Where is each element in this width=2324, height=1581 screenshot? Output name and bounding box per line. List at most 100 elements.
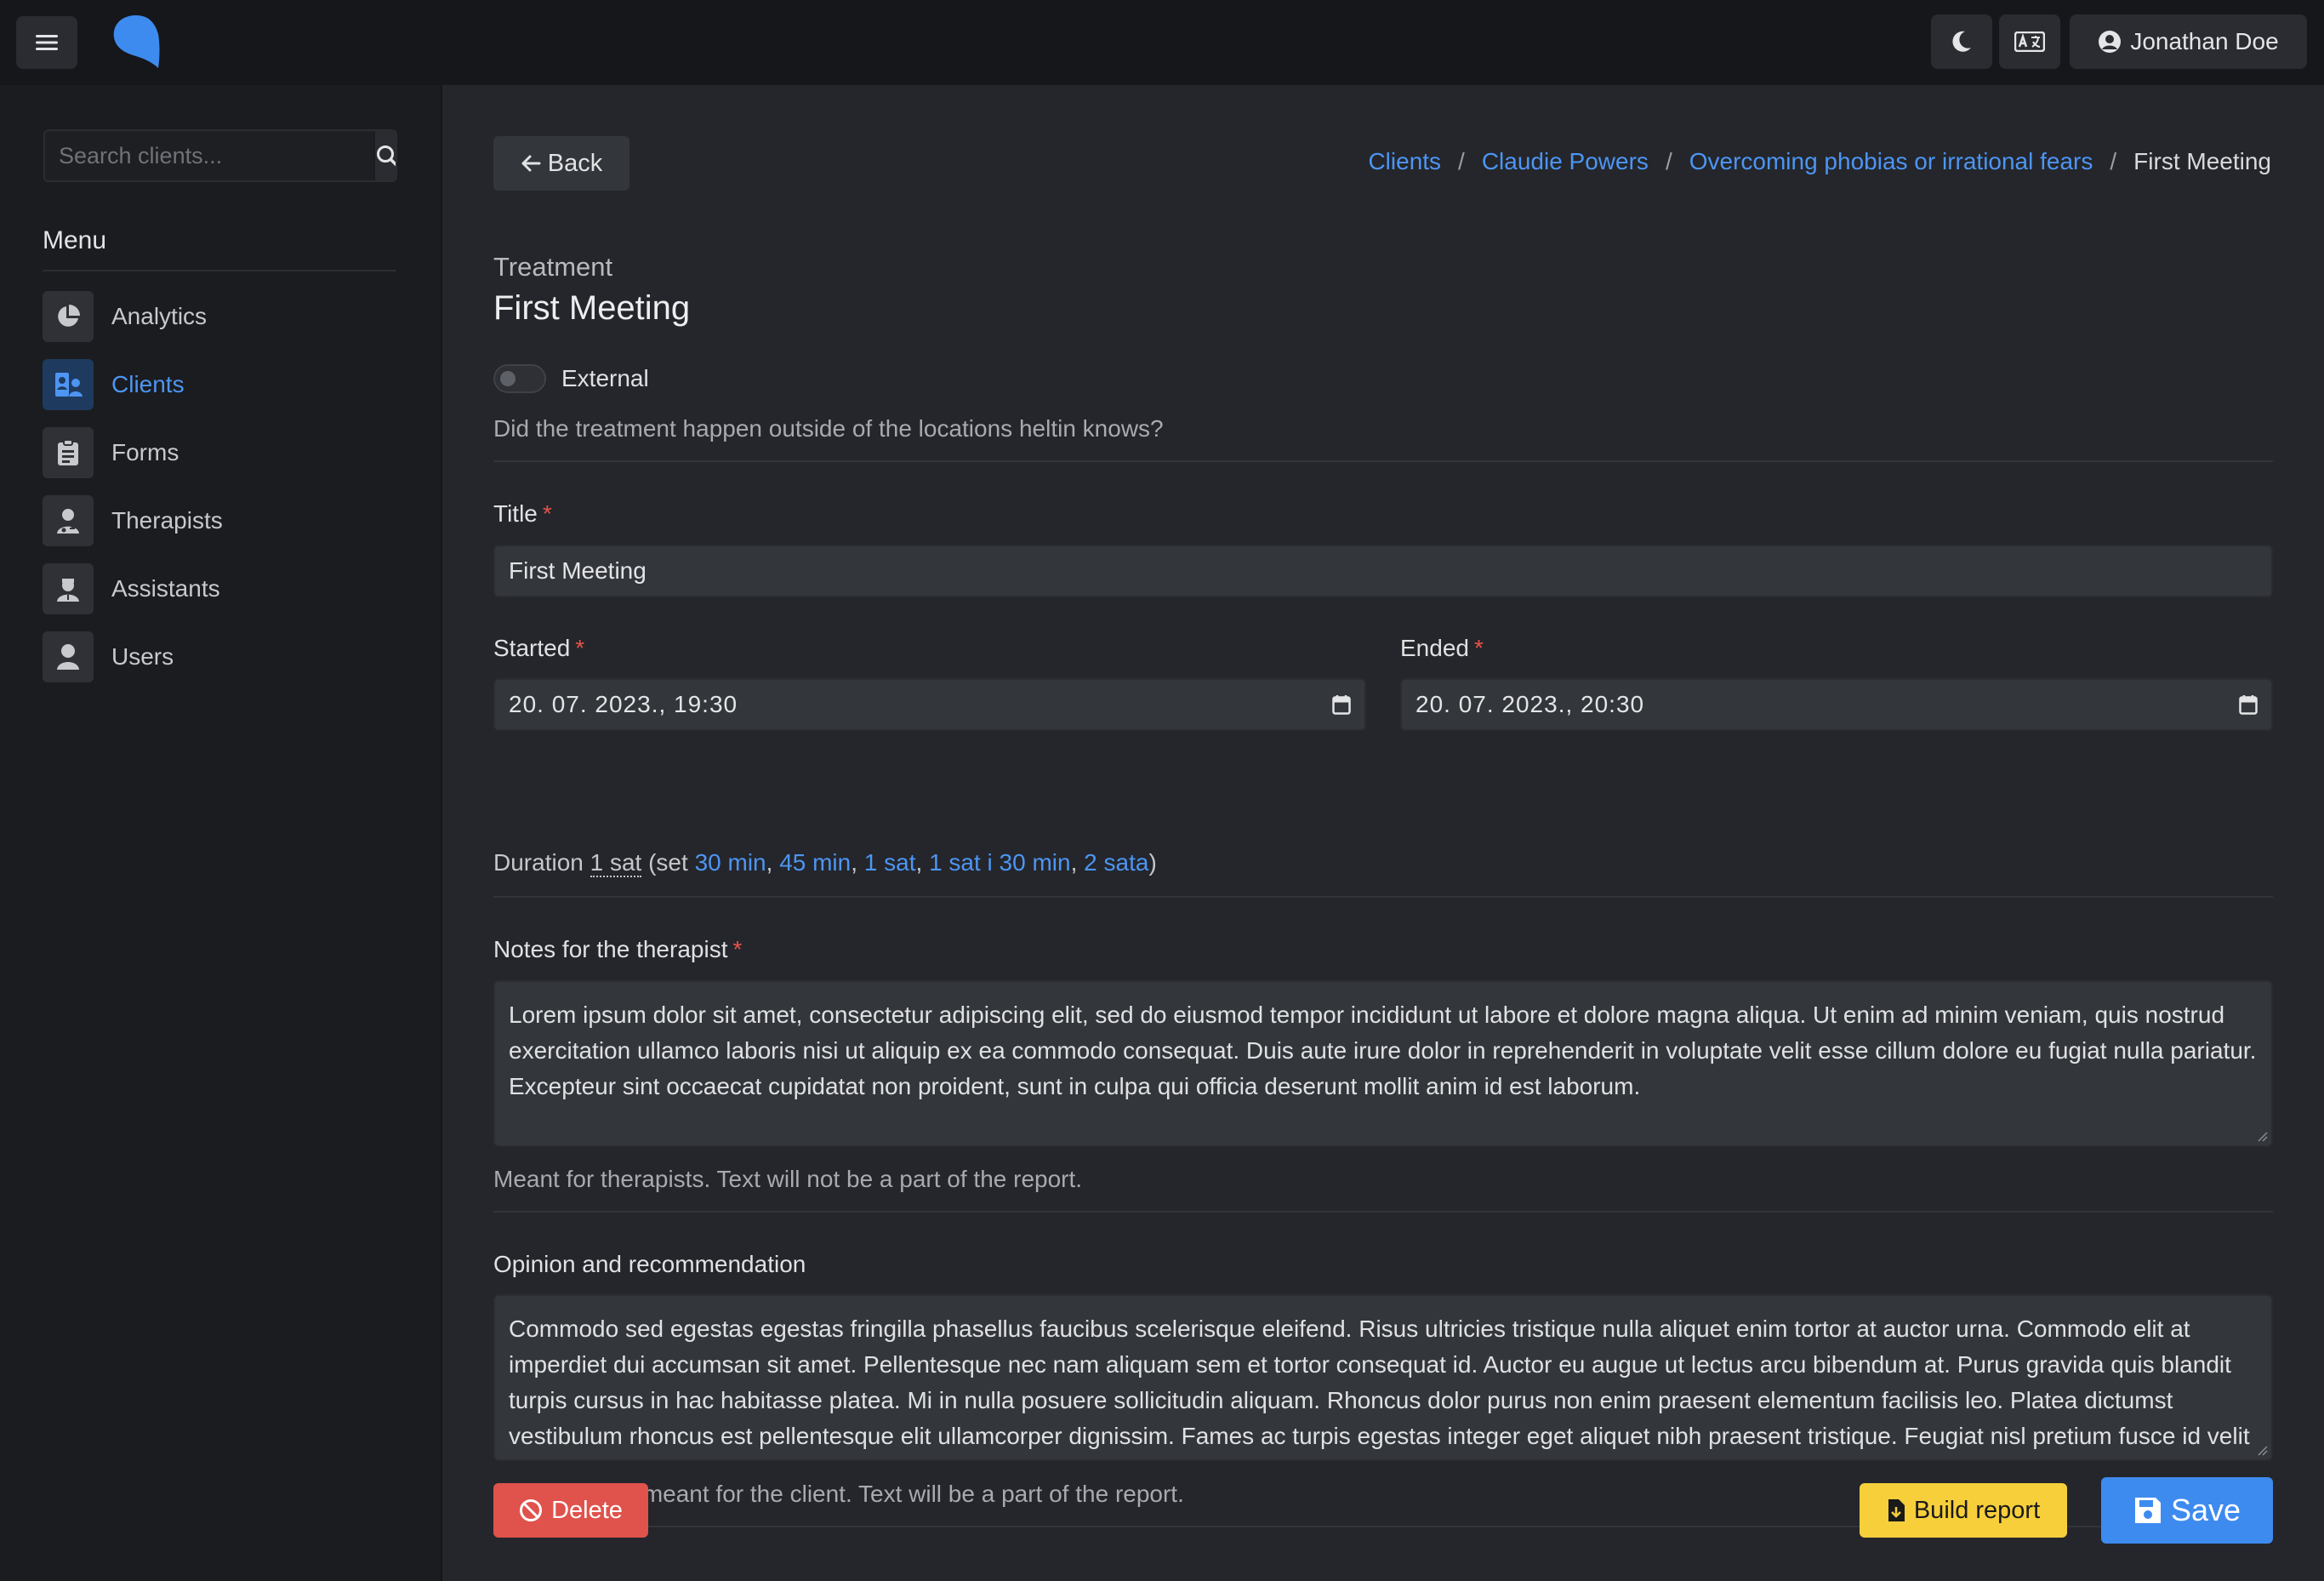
breadcrumb-treatment-plan[interactable]: Overcoming phobias or irrational fears: [1689, 148, 2093, 175]
sidebar-item-therapists[interactable]: Therapists: [43, 495, 400, 546]
external-help: Did the treatment happen outside of the …: [493, 415, 1164, 442]
title-input[interactable]: First Meeting: [493, 545, 2273, 597]
opinion-textarea[interactable]: Commodo sed egestas egestas fringilla ph…: [493, 1294, 2273, 1461]
breadcrumb-separator: /: [1458, 148, 1465, 174]
breadcrumb-separator: /: [2110, 148, 2117, 174]
sidebar-item-assistants[interactable]: Assistants: [43, 563, 400, 614]
menu-toggle-button[interactable]: [16, 16, 77, 69]
app-logo[interactable]: [111, 14, 162, 70]
sidebar-item-label: Forms: [111, 439, 179, 465]
started-label: Started *: [493, 635, 585, 661]
opinion-value: Commodo sed egestas egestas fringilla ph…: [509, 1316, 2250, 1459]
ban-icon: [520, 1499, 543, 1521]
external-label: External: [561, 365, 649, 391]
required-mark: *: [732, 936, 743, 962]
breadcrumb-client[interactable]: Claudie Powers: [1482, 148, 1649, 175]
notes-value: Lorem ipsum dolor sit amet, consectetur …: [509, 1002, 2257, 1099]
client-search: [43, 129, 397, 182]
breadcrumb-separator: /: [1665, 148, 1672, 174]
ended-value: 20. 07. 2023., 20:30: [1415, 691, 1645, 717]
divider: [493, 460, 2273, 462]
clipboard-icon: [43, 427, 94, 478]
hamburger-icon: [36, 35, 58, 50]
main-content: Back Clients / Claudie Powers / Overcomi…: [442, 85, 2324, 1581]
user-name: Jonathan Doe: [2130, 28, 2279, 54]
sidebar: Menu Analytics Clients: [0, 85, 442, 1581]
assistant-icon: [43, 563, 94, 614]
sidebar-item-users[interactable]: Users: [43, 631, 400, 682]
divider: [493, 1211, 2273, 1213]
delete-label: Delete: [551, 1496, 623, 1524]
build-report-button[interactable]: Build report: [1860, 1483, 2067, 1538]
chart-pie-icon: [43, 291, 94, 342]
required-mark: *: [542, 500, 552, 527]
duration-label: Duration: [493, 849, 584, 876]
arrow-left-icon: [521, 155, 541, 172]
save-label: Save: [2170, 1493, 2241, 1527]
sidebar-item-analytics[interactable]: Analytics: [43, 291, 400, 342]
page-title: First Meeting: [493, 289, 691, 327]
language-icon: [2014, 31, 2045, 52]
duration-close: ): [1148, 849, 1157, 876]
opinion-label: Opinion and recommendation: [493, 1251, 806, 1277]
back-button[interactable]: Back: [493, 136, 629, 191]
divider: [493, 896, 2273, 898]
sidebar-nav: Analytics Clients Forms Therapists Assis…: [43, 291, 400, 699]
sidebar-item-label: Analytics: [111, 303, 208, 329]
language-button[interactable]: [1999, 14, 2060, 69]
calendar-icon[interactable]: [2239, 694, 2258, 715]
external-toggle[interactable]: [493, 364, 546, 393]
external-toggle-row: External: [493, 364, 649, 393]
sidebar-item-label: Therapists: [111, 507, 223, 534]
menu-title: Menu: [43, 226, 107, 254]
file-export-icon: [1888, 1499, 1905, 1521]
top-bar: Jonathan Doe: [0, 0, 2324, 85]
sidebar-item-label: Assistants: [111, 575, 220, 602]
page-eyebrow: Treatment: [493, 252, 613, 282]
back-label: Back: [547, 149, 603, 177]
notes-textarea[interactable]: Lorem ipsum dolor sit amet, consectetur …: [493, 980, 2273, 1147]
title-label: Title *: [493, 500, 552, 527]
save-button[interactable]: Save: [2101, 1477, 2273, 1544]
ended-datetime-input[interactable]: 20. 07. 2023., 20:30: [1400, 678, 2273, 731]
duration-set-prefix: (set: [648, 849, 688, 876]
clients-icon: [43, 359, 94, 410]
duration-line: Duration 1 sat (set 30 min, 45 min, 1 sa…: [493, 849, 1157, 877]
duration-option-1h[interactable]: 1 sat: [864, 849, 916, 876]
therapist-icon: [43, 495, 94, 546]
required-mark: *: [1473, 635, 1484, 661]
breadcrumb-current: First Meeting: [2133, 148, 2271, 174]
breadcrumb-clients[interactable]: Clients: [1368, 148, 1441, 175]
delete-button[interactable]: Delete: [493, 1483, 648, 1538]
moon-icon: [1952, 31, 1971, 52]
theme-toggle-button[interactable]: [1931, 14, 1992, 69]
resize-handle-icon[interactable]: [2256, 1130, 2268, 1142]
user-icon: [43, 631, 94, 682]
build-report-label: Build report: [1913, 1496, 2041, 1524]
notes-help: Meant for therapists. Text will not be a…: [493, 1166, 1083, 1192]
floppy-disk-icon: [2134, 1498, 2161, 1523]
sidebar-item-clients[interactable]: Clients: [43, 359, 400, 410]
duration-option-1h30[interactable]: 1 sat i 30 min: [929, 849, 1071, 876]
sidebar-item-label: Users: [111, 643, 174, 670]
started-value: 20. 07. 2023., 19:30: [509, 691, 738, 717]
duration-option-45min[interactable]: 45 min: [779, 849, 851, 876]
menu-divider: [43, 270, 396, 271]
required-mark: *: [575, 635, 585, 661]
started-datetime-input[interactable]: 20. 07. 2023., 19:30: [493, 678, 1366, 731]
user-circle-icon: [2099, 31, 2122, 53]
breadcrumb: Clients / Claudie Powers / Overcoming ph…: [1368, 148, 2271, 175]
sidebar-item-forms[interactable]: Forms: [43, 427, 400, 478]
duration-option-30min[interactable]: 30 min: [695, 849, 766, 876]
user-menu-button[interactable]: Jonathan Doe: [2070, 14, 2307, 69]
duration-option-2h[interactable]: 2 sata: [1084, 849, 1148, 876]
calendar-icon[interactable]: [1332, 694, 1351, 715]
ended-label: Ended *: [1400, 635, 1484, 661]
search-icon: [377, 146, 396, 167]
search-input[interactable]: [45, 131, 373, 180]
resize-handle-icon[interactable]: [2256, 1444, 2268, 1456]
sidebar-item-label: Clients: [111, 371, 185, 397]
duration-value: 1 sat: [590, 849, 642, 877]
search-button[interactable]: [373, 131, 396, 180]
notes-label: Notes for the therapist *: [493, 936, 743, 962]
